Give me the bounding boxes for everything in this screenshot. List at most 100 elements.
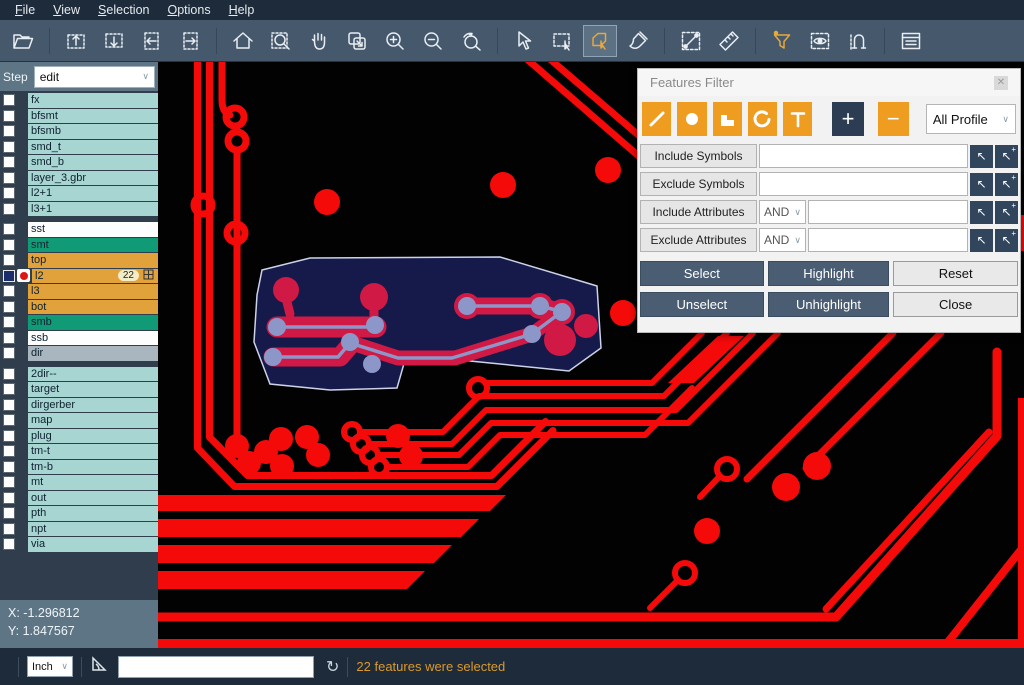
exclude-symbols-pick-button[interactable]: ↖ <box>970 173 993 196</box>
refresh-icon[interactable]: ↻ <box>326 657 339 677</box>
layer-visibility-checkbox[interactable] <box>3 285 15 297</box>
layer-row-smd_b[interactable]: smd_b <box>0 155 158 171</box>
layer-visibility-checkbox[interactable] <box>3 523 15 535</box>
layer-visibility-checkbox[interactable] <box>3 94 15 106</box>
layer-row-l2+1[interactable]: l2+1 <box>0 186 158 202</box>
unit-select[interactable]: Inch ∨ <box>27 656 73 677</box>
pan-right-button[interactable] <box>173 25 207 57</box>
layer-visibility-checkbox[interactable] <box>3 156 15 168</box>
layer-row-npt[interactable]: npt <box>0 522 158 538</box>
filter-arc-button[interactable] <box>748 102 777 136</box>
home-view-button[interactable] <box>226 25 260 57</box>
layer-visibility-checkbox[interactable] <box>3 223 15 235</box>
layer-row-tm-t[interactable]: tm-t <box>0 444 158 460</box>
layer-row-bot[interactable]: bot <box>0 300 158 316</box>
select-cursor-button[interactable] <box>507 25 541 57</box>
include-attributes-button[interactable]: Include Attributes <box>640 200 757 224</box>
layer-visibility-checkbox[interactable] <box>3 125 15 137</box>
layer-row-smt[interactable]: smt <box>0 238 158 254</box>
layer-row-tm-b[interactable]: tm-b <box>0 460 158 476</box>
filter-surface-button[interactable] <box>713 102 742 136</box>
include-symbols-input[interactable] <box>759 144 968 168</box>
clean-brush-button[interactable] <box>621 25 655 57</box>
layer-visibility-checkbox[interactable] <box>3 254 15 266</box>
include-symbols-button[interactable]: Include Symbols <box>640 144 757 168</box>
reset-button[interactable]: Reset <box>893 261 1018 286</box>
layer-visibility-checkbox[interactable] <box>3 141 15 153</box>
layer-row-2dir--[interactable]: 2dir-- <box>0 367 158 383</box>
pan-left-button[interactable] <box>135 25 169 57</box>
layer-row-l2[interactable]: l222 <box>0 269 158 285</box>
exclude-symbols-pick-add-button[interactable]: ↖+ <box>995 173 1018 196</box>
layer-row-top[interactable]: top <box>0 253 158 269</box>
measure-line-button[interactable] <box>674 25 708 57</box>
layer-row-out[interactable]: out <box>0 491 158 507</box>
menu-item-file[interactable]: File <box>6 1 44 19</box>
pan-view-button[interactable] <box>340 25 374 57</box>
include-attributes-pick-add-button[interactable]: ↖+ <box>995 201 1018 224</box>
layer-visibility-checkbox[interactable] <box>3 445 15 457</box>
layer-visibility-checkbox[interactable] <box>3 332 15 344</box>
filter-add-button[interactable]: + <box>832 102 863 136</box>
include-symbols-pick-add-button[interactable]: ↖+ <box>995 145 1018 168</box>
layer-row-sst[interactable]: sst <box>0 222 158 238</box>
highlight-button[interactable]: Highlight <box>768 261 890 286</box>
ruler-button[interactable] <box>712 25 746 57</box>
exclude-attributes-pick-button[interactable]: ↖ <box>970 229 993 252</box>
filter-line-button[interactable] <box>642 102 671 136</box>
layer-row-mt[interactable]: mt <box>0 475 158 491</box>
include-symbols-pick-button[interactable]: ↖ <box>970 145 993 168</box>
layer-visibility-checkbox[interactable] <box>3 187 15 199</box>
layer-visibility-checkbox[interactable] <box>3 270 15 282</box>
layer-visibility-checkbox[interactable] <box>3 507 15 519</box>
layer-visibility-checkbox[interactable] <box>3 492 15 504</box>
layer-visibility-checkbox[interactable] <box>3 172 15 184</box>
close-icon[interactable]: ✕ <box>994 76 1008 90</box>
exclude-attributes-button[interactable]: Exclude Attributes <box>640 228 757 252</box>
menu-item-selection[interactable]: Selection <box>89 1 158 19</box>
exclude-attributes-input[interactable] <box>808 228 968 252</box>
layer-visibility-checkbox[interactable] <box>3 538 15 550</box>
open-button[interactable] <box>6 25 40 57</box>
menu-item-view[interactable]: View <box>44 1 89 19</box>
layer-row-smd_t[interactable]: smd_t <box>0 140 158 156</box>
hand-pan-button[interactable] <box>302 25 336 57</box>
exclude-attributes-and-select[interactable]: AND∨ <box>759 228 806 252</box>
include-attributes-pick-button[interactable]: ↖ <box>970 201 993 224</box>
menu-item-help[interactable]: Help <box>220 1 264 19</box>
layer-visibility-checkbox[interactable] <box>3 239 15 251</box>
unselect-button[interactable]: Unselect <box>640 292 764 317</box>
layer-row-via[interactable]: via <box>0 537 158 553</box>
layer-row-plug[interactable]: plug <box>0 429 158 445</box>
profile-select[interactable]: All Profile ∨ <box>926 104 1016 134</box>
zoom-in-button[interactable] <box>378 25 412 57</box>
step-select[interactable]: edit ∨ <box>34 66 155 88</box>
pan-down-button[interactable] <box>97 25 131 57</box>
layer-row-bfsmb[interactable]: bfsmb <box>0 124 158 140</box>
filter-remove-button[interactable]: − <box>878 102 909 136</box>
exclude-symbols-button[interactable]: Exclude Symbols <box>640 172 757 196</box>
angle-measure-icon[interactable] <box>90 655 108 678</box>
filter-text-button[interactable] <box>783 102 812 136</box>
report-button[interactable] <box>894 25 928 57</box>
layer-row-l3+1[interactable]: l3+1 <box>0 202 158 218</box>
layer-visibility-checkbox[interactable] <box>3 368 15 380</box>
layer-row-pth[interactable]: pth <box>0 506 158 522</box>
pan-up-button[interactable] <box>59 25 93 57</box>
layer-row-smb[interactable]: smb <box>0 315 158 331</box>
layer-row-bfsmt[interactable]: bfsmt <box>0 109 158 125</box>
layer-visibility-checkbox[interactable] <box>3 476 15 488</box>
snap-button[interactable] <box>841 25 875 57</box>
exclude-attributes-pick-add-button[interactable]: ↖+ <box>995 229 1018 252</box>
layer-row-dirgerber[interactable]: dirgerber <box>0 398 158 414</box>
view-box-button[interactable] <box>803 25 837 57</box>
rect-select-button[interactable] <box>545 25 579 57</box>
layer-visibility-checkbox[interactable] <box>3 347 15 359</box>
layer-visibility-checkbox[interactable] <box>3 316 15 328</box>
layer-row-map[interactable]: map <box>0 413 158 429</box>
select-button[interactable]: Select <box>640 261 764 286</box>
layer-row-layer_3.gbr[interactable]: layer_3.gbr <box>0 171 158 187</box>
layer-row-dir[interactable]: dir <box>0 346 158 362</box>
layer-visibility-checkbox[interactable] <box>3 430 15 442</box>
include-attributes-input[interactable] <box>808 200 968 224</box>
